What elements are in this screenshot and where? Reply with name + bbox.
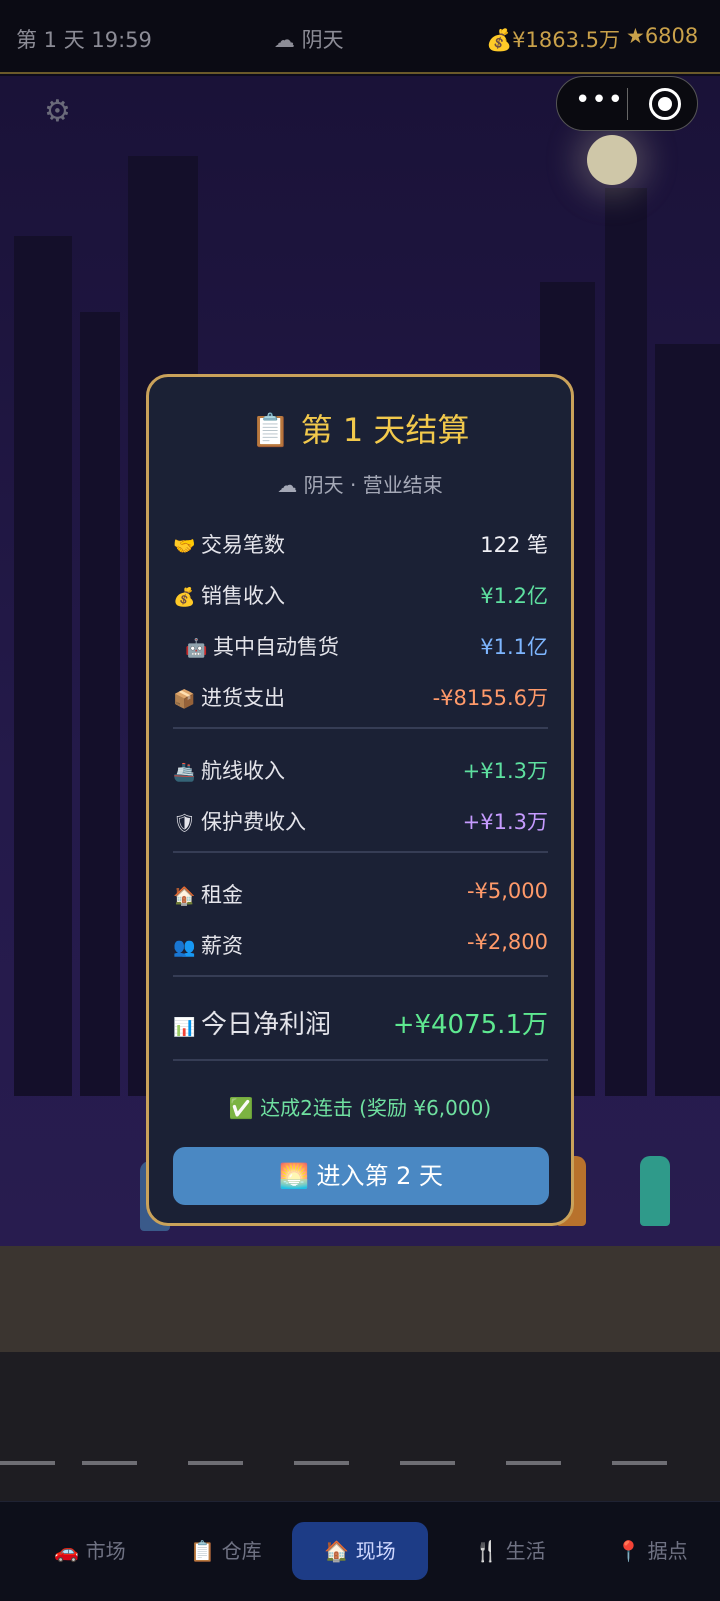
auto-sales-value: ¥1.1亿 [480,635,548,659]
status-bar: 第 1 天 19:59 ☁ 阴天 💰¥1863.5万 ★6808 [0,0,720,74]
tab-life[interactable]: 🍴 生活 [450,1522,570,1580]
bottom-nav: 🚗 市场 📋 仓库 🏠 现场 🍴 生活 📍 据点 [0,1501,720,1601]
moneybag-icon: 💰 [173,587,196,608]
divider [173,851,548,853]
row-transactions: 🤝 交易笔数 122 笔 [173,529,548,559]
next-day-button[interactable]: 🌅 进入第 2 天 [173,1147,549,1205]
row-net-profit: 📊 今日净利润 +¥4075.1万 [173,1004,548,1040]
money-balance: 💰¥1863.5万 [486,28,620,52]
divider [173,1059,548,1061]
weather-status: ☁ 阴天 [274,28,344,52]
chart-icon: 📊 [173,1017,196,1038]
close-target-icon[interactable] [649,88,681,120]
day-time: 第 1 天 19:59 [16,28,152,52]
salary-value: -¥2,800 [466,930,548,954]
miniapp-capsule: ••• [556,76,698,131]
divider [173,727,548,729]
transactions-value: 122 笔 [480,533,548,557]
row-salary: 👥 薪资 -¥2,800 [173,930,548,958]
row-sales: 💰 销售收入 ¥1.2亿 [173,580,548,610]
row-auto-sales: 🤖 其中自动售货 ¥1.1亿 [173,631,548,661]
day-summary-dialog: 📋 第 1 天结算 ☁ 阴天 · 营业结束 🤝 交易笔数 122 笔 💰 销售收入 … [146,374,574,1226]
tab-warehouse[interactable]: 📋 仓库 [166,1522,286,1580]
moon [587,135,637,185]
tab-base[interactable]: 📍 据点 [592,1522,712,1580]
tab-scene[interactable]: 🏠 现场 [292,1522,428,1580]
purchase-value: -¥8155.6万 [432,686,548,710]
dialog-subtitle: ☁ 阴天 · 营业结束 [277,473,443,497]
box-icon: 📦 [173,689,196,710]
handshake-icon: 🤝 [173,536,196,557]
row-shipping: 🚢 航线收入 +¥1.3万 [173,755,548,785]
star-count: ★6808 [626,24,699,48]
road [0,1352,720,1501]
settings-icon[interactable]: ⚙ [44,94,71,129]
people-icon: 👥 [173,937,196,958]
robot-icon: 🤖 [185,638,208,659]
house-icon: 🏠 [173,886,196,907]
dialog-title: 📋 第 1 天结算 [250,411,470,449]
tab-market[interactable]: 🚗 市场 [30,1522,150,1580]
sales-value: ¥1.2亿 [480,584,548,608]
protection-value: +¥1.3万 [462,810,548,834]
divider [173,975,548,977]
row-rent: 🏠 租金 -¥5,000 [173,879,548,907]
shipping-value: +¥1.3万 [462,759,548,783]
combo-reward: ✅ 达成2连击 (奖励 ¥6,000) [228,1096,492,1120]
net-profit-value: +¥4075.1万 [392,1010,548,1040]
ship-icon: 🚢 [173,762,196,783]
shield-icon: 🛡 [173,813,196,834]
row-protection: 🛡 保护费收入 +¥1.3万 [173,806,548,836]
sidewalk [0,1246,720,1352]
rent-value: -¥5,000 [466,879,548,903]
more-icon[interactable]: ••• [575,85,624,115]
row-purchase: 📦 进货支出 -¥8155.6万 [173,682,548,712]
